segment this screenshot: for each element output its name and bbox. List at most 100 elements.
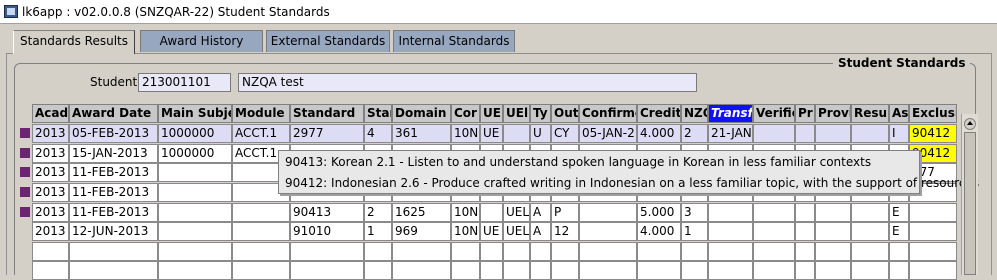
- cell-domain[interactable]: 969: [392, 222, 451, 241]
- cell-main-subject[interactable]: 1000000: [158, 144, 232, 163]
- row-marker[interactable]: [20, 187, 30, 197]
- cell-ty[interactable]: U: [530, 124, 551, 143]
- column-header-as[interactable]: As: [889, 104, 909, 123]
- cell-acad[interactable]: 2013: [32, 222, 69, 241]
- cell-credit[interactable]: 5.000: [637, 203, 681, 222]
- cell-cor[interactable]: [451, 261, 480, 280]
- cell-exclusion[interactable]: [909, 261, 957, 280]
- cell-provider[interactable]: [815, 124, 851, 143]
- cell-out[interactable]: [551, 261, 579, 280]
- column-header-module[interactable]: Module: [232, 104, 290, 123]
- cell-nzq[interactable]: [681, 261, 708, 280]
- scroll-up-icon[interactable]: [964, 118, 976, 130]
- cell-main-subject[interactable]: 1000000: [158, 124, 232, 143]
- cell-as[interactable]: E: [889, 222, 909, 241]
- cell-award-date[interactable]: 12-JUN-2013: [69, 222, 158, 241]
- cell-award-date[interactable]: [69, 261, 158, 280]
- cell-star[interactable]: 4: [364, 124, 392, 143]
- cell-main-subject[interactable]: [158, 242, 232, 261]
- cell-cor[interactable]: [451, 242, 480, 261]
- cell-verified[interactable]: [753, 242, 795, 261]
- cell-cor[interactable]: 10N: [451, 203, 480, 222]
- cell-pr[interactable]: [795, 261, 815, 280]
- cell-domain[interactable]: 361: [392, 124, 451, 143]
- cell-acad[interactable]: [32, 261, 69, 280]
- cell-acad[interactable]: 2013: [32, 183, 69, 202]
- cell-as[interactable]: E: [889, 203, 909, 222]
- cell-module[interactable]: [232, 242, 290, 261]
- cell-ty[interactable]: [530, 242, 551, 261]
- cell-acad[interactable]: [32, 242, 69, 261]
- cell-confirmed[interactable]: [579, 222, 637, 241]
- cell-transferred[interactable]: [708, 261, 753, 280]
- cell-result[interactable]: [851, 222, 889, 241]
- cell-star[interactable]: 1: [364, 222, 392, 241]
- cell-ue[interactable]: UE: [480, 222, 503, 241]
- cell-pr[interactable]: [795, 203, 815, 222]
- column-header-pr[interactable]: Pr: [795, 104, 815, 123]
- cell-cor[interactable]: 10N: [451, 222, 480, 241]
- cell-nzq[interactable]: 2: [681, 124, 708, 143]
- column-header-main-subject[interactable]: Main Subje: [158, 104, 232, 123]
- cell-out[interactable]: CY: [551, 124, 579, 143]
- tab-standards-results[interactable]: Standards Results: [13, 30, 135, 54]
- column-header-out[interactable]: Out: [551, 104, 579, 123]
- column-header-star[interactable]: Star: [364, 104, 392, 123]
- cell-acad[interactable]: 2013: [32, 203, 69, 222]
- cell-module[interactable]: ACCT.1: [232, 124, 290, 143]
- cell-standard[interactable]: [290, 242, 364, 261]
- cell-result[interactable]: [851, 242, 889, 261]
- cell-ue[interactable]: [480, 203, 503, 222]
- cell-credit[interactable]: [637, 261, 681, 280]
- cell-domain[interactable]: [392, 242, 451, 261]
- cell-ty[interactable]: A: [530, 203, 551, 222]
- cell-confirmed[interactable]: [579, 261, 637, 280]
- cell-uel[interactable]: [503, 124, 530, 143]
- cell-out[interactable]: 12: [551, 222, 579, 241]
- cell-ue[interactable]: UE: [480, 124, 503, 143]
- cell-nzq[interactable]: 1: [681, 222, 708, 241]
- column-header-credit[interactable]: Credit: [637, 104, 681, 123]
- column-header-cor[interactable]: Cor: [451, 104, 480, 123]
- cell-verified[interactable]: [753, 222, 795, 241]
- tab-internal-standards[interactable]: Internal Standards: [393, 30, 515, 52]
- column-header-standard[interactable]: Standard: [290, 104, 364, 123]
- cell-credit[interactable]: 4.000: [637, 222, 681, 241]
- cell-exclusion[interactable]: [909, 242, 957, 261]
- vertical-scrollbar[interactable]: [961, 114, 978, 275]
- cell-as[interactable]: [889, 242, 909, 261]
- cell-award-date[interactable]: 11-FEB-2013: [69, 203, 158, 222]
- cell-standard[interactable]: 2977: [290, 124, 364, 143]
- row-marker[interactable]: [20, 128, 30, 138]
- cell-domain[interactable]: [392, 261, 451, 280]
- column-header-domain[interactable]: Domain: [392, 104, 451, 123]
- cell-main-subject[interactable]: [158, 163, 232, 182]
- cell-credit[interactable]: [637, 242, 681, 261]
- cell-ty[interactable]: [530, 261, 551, 280]
- cell-result[interactable]: [851, 203, 889, 222]
- cell-as[interactable]: I: [889, 124, 909, 143]
- cell-cor[interactable]: 10N: [451, 124, 480, 143]
- cell-module[interactable]: [232, 261, 290, 280]
- cell-out[interactable]: [551, 242, 579, 261]
- column-header-result[interactable]: Resu: [851, 104, 889, 123]
- cell-transferred[interactable]: [708, 242, 753, 261]
- column-header-ty[interactable]: Ty: [530, 104, 551, 123]
- cell-award-date[interactable]: 05-FEB-2013: [69, 124, 158, 143]
- cell-award-date[interactable]: 11-FEB-2013: [69, 183, 158, 202]
- cell-result[interactable]: [851, 261, 889, 280]
- cell-out[interactable]: P: [551, 203, 579, 222]
- column-header-ue[interactable]: UE: [480, 104, 503, 123]
- column-header-verified[interactable]: Verific: [753, 104, 795, 123]
- column-header-confirmed[interactable]: Confirme: [579, 104, 637, 123]
- cell-as[interactable]: [889, 261, 909, 280]
- cell-uel[interactable]: [503, 261, 530, 280]
- cell-award-date[interactable]: 11-FEB-2013: [69, 163, 158, 182]
- cell-standard[interactable]: 90413: [290, 203, 364, 222]
- cell-ue[interactable]: [480, 242, 503, 261]
- cell-provider[interactable]: [815, 222, 851, 241]
- scrollbar-thumb[interactable]: [964, 132, 976, 275]
- student-name-field[interactable]: NZQA test: [238, 73, 697, 92]
- cell-star[interactable]: [364, 242, 392, 261]
- column-header-award-date[interactable]: Award Date: [69, 104, 158, 123]
